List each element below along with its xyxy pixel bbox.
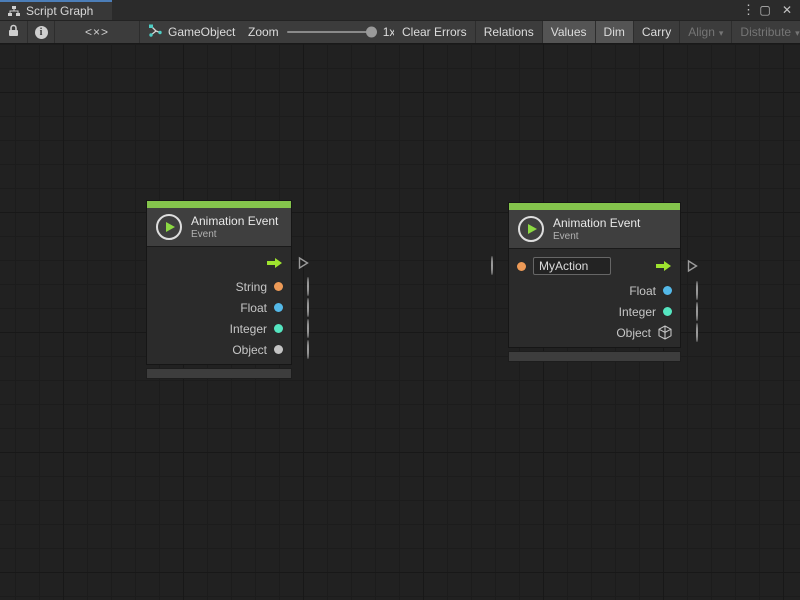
output-row-float: Float xyxy=(147,297,291,318)
script-graph-asset-icon xyxy=(148,24,162,40)
port-label: Integer xyxy=(619,305,656,319)
chevron-down-icon: ▾ xyxy=(719,28,724,39)
action-input-port[interactable] xyxy=(491,257,493,275)
node-subtitle: Event xyxy=(553,231,640,242)
tab-bar: Script Graph ⋮ ▢ ✕ xyxy=(0,0,800,20)
zoom-slider-handle[interactable] xyxy=(366,27,377,38)
port-label: String xyxy=(236,280,267,294)
object-output-port[interactable] xyxy=(307,341,309,359)
float-output-port[interactable] xyxy=(307,299,309,317)
integer-output-port[interactable] xyxy=(696,303,698,321)
button-label: Values xyxy=(551,25,587,39)
zoom-slider[interactable] xyxy=(287,31,375,33)
lock-button[interactable] xyxy=(0,21,28,43)
values-button[interactable]: Values xyxy=(543,21,596,43)
graph-hierarchy-icon xyxy=(8,6,20,17)
string-output-port[interactable] xyxy=(307,278,309,296)
dim-button[interactable]: Dim xyxy=(596,21,634,43)
node-title: Animation Event xyxy=(191,214,278,228)
script-graph-window: Script Graph ⋮ ▢ ✕ i <×> xyxy=(0,0,800,600)
close-icon[interactable]: ✕ xyxy=(778,1,796,19)
node-body: Float Integer Object xyxy=(509,248,680,347)
window-controls: ⋮ ▢ ✕ xyxy=(742,0,796,20)
tab-title: Script Graph xyxy=(26,4,93,18)
port-label: Float xyxy=(629,284,656,298)
port-label: Object xyxy=(232,343,267,357)
port-label: Object xyxy=(616,326,651,340)
integer-output-port[interactable] xyxy=(307,320,309,338)
node-subtitle: Event xyxy=(191,229,278,240)
info-icon: i xyxy=(35,26,48,39)
output-row-object: Object xyxy=(509,322,680,343)
flow-output-port[interactable] xyxy=(687,260,698,273)
float-type-dot xyxy=(663,286,672,295)
toolbar-left-group: i <×> xyxy=(0,21,140,43)
lock-icon xyxy=(8,24,19,40)
string-type-dot xyxy=(517,262,526,271)
node-footer xyxy=(508,351,681,362)
flow-arrow-icon xyxy=(266,257,283,269)
zoom-control: Zoom 1x xyxy=(248,21,395,43)
graph-toolbar: i <×> GameObject Zoom 1x xyxy=(0,20,800,44)
cube-icon xyxy=(658,325,672,340)
object-output-port[interactable] xyxy=(696,324,698,342)
button-label: Dim xyxy=(604,25,625,39)
object-type-dot xyxy=(274,345,283,354)
info-button[interactable]: i xyxy=(28,21,55,43)
float-type-dot xyxy=(274,303,283,312)
button-label: Align xyxy=(688,25,715,39)
output-row-integer: Integer xyxy=(147,318,291,339)
button-label: Relations xyxy=(484,25,534,39)
float-output-port[interactable] xyxy=(696,282,698,300)
node-color-bar xyxy=(147,201,291,208)
string-type-dot xyxy=(274,282,283,291)
integer-type-dot xyxy=(663,307,672,316)
output-row-string: String xyxy=(147,276,291,297)
flow-output-row xyxy=(147,250,291,276)
button-label: Distribute xyxy=(740,25,791,39)
carry-button[interactable]: Carry xyxy=(634,21,680,43)
node-header[interactable]: Animation Event Event xyxy=(147,208,291,246)
integer-type-dot xyxy=(274,324,283,333)
code-toggle-button[interactable]: <×> xyxy=(55,21,140,43)
output-row-float: Float xyxy=(509,280,680,301)
output-row-integer: Integer xyxy=(509,301,680,322)
node-color-bar xyxy=(509,203,680,210)
graph-reference[interactable]: GameObject xyxy=(148,21,235,43)
distribute-button[interactable]: Distribute ▾ xyxy=(732,21,800,43)
relations-button[interactable]: Relations xyxy=(476,21,543,43)
clear-errors-button[interactable]: Clear Errors xyxy=(394,21,476,43)
code-toggle-icon: <×> xyxy=(85,25,109,39)
animation-event-node-2[interactable]: Animation Event Event xyxy=(508,202,681,362)
action-name-input[interactable] xyxy=(533,257,611,275)
zoom-label: Zoom xyxy=(248,25,279,39)
button-label: Clear Errors xyxy=(402,25,467,39)
animation-event-node-1[interactable]: Animation Event Event String xyxy=(146,200,292,379)
maximize-icon[interactable]: ▢ xyxy=(756,1,774,19)
node-header[interactable]: Animation Event Event xyxy=(509,210,680,248)
window-menu-icon[interactable]: ⋮ xyxy=(742,1,752,19)
align-button[interactable]: Align ▾ xyxy=(680,21,732,43)
node-footer xyxy=(146,368,292,379)
port-label: Float xyxy=(240,301,267,315)
action-input-row xyxy=(509,252,680,280)
flow-output-port[interactable] xyxy=(298,257,309,270)
event-play-icon xyxy=(156,214,182,240)
button-label: Carry xyxy=(642,25,671,39)
tab-script-graph[interactable]: Script Graph xyxy=(0,0,112,20)
toolbar-buttons: Clear Errors Relations Values Dim Carry … xyxy=(394,21,800,43)
flow-arrow-icon xyxy=(655,260,672,272)
port-label: Integer xyxy=(230,322,267,336)
node-body: String Float Integer xyxy=(147,246,291,364)
graph-target-label: GameObject xyxy=(168,25,235,39)
output-row-object: Object xyxy=(147,339,291,360)
graph-canvas[interactable]: Animation Event Event String xyxy=(0,44,800,600)
event-play-icon xyxy=(518,216,544,242)
chevron-down-icon: ▾ xyxy=(795,28,800,39)
node-title: Animation Event xyxy=(553,216,640,230)
